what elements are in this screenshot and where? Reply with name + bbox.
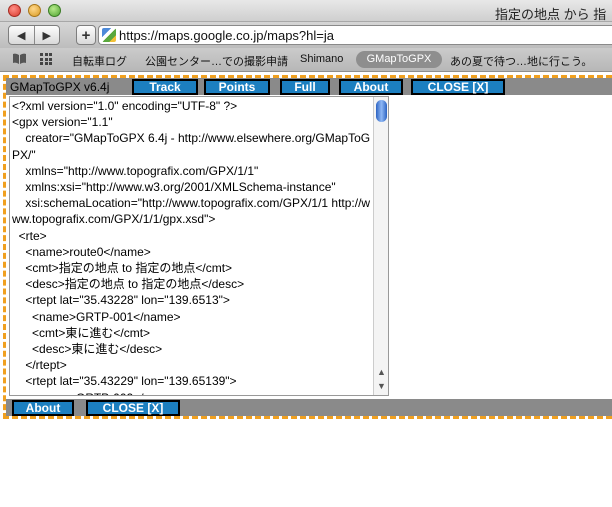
footer-about-button[interactable]: About (12, 400, 74, 416)
address-text[interactable]: https://maps.google.co.jp/maps?hl=ja (119, 28, 334, 43)
panel-header: GMapToGPX v6.4j Track Points Full About … (6, 78, 612, 95)
gmaptogpx-panel: GMapToGPX v6.4j Track Points Full About … (3, 75, 612, 419)
page-content: GMapToGPX v6.4j Track Points Full About … (0, 72, 612, 507)
panel-footer: About CLOSE [X] (6, 399, 612, 416)
bookmark-bicycle-log[interactable]: 自転車ログ (72, 53, 127, 69)
new-tab-icon[interactable]: + (76, 25, 96, 45)
forward-icon[interactable]: ▶ (35, 26, 60, 44)
window-title: 指定の地点 から 指 (495, 7, 607, 22)
footer-close-button[interactable]: CLOSE [X] (86, 400, 180, 416)
bookmarks-bar: 自転車ログ 公園センター…での撮影申請 Shimano GMapToGPX あの… (0, 48, 612, 72)
browser-toolbar: ◀ ▶ + https://maps.google.co.jp/maps?hl=… (0, 22, 612, 48)
address-bar[interactable]: https://maps.google.co.jp/maps?hl=ja (98, 25, 612, 45)
window-titlebar: 指定の地点 から 指 (0, 0, 612, 22)
scrollbar-thumb[interactable] (376, 100, 387, 122)
book-icon[interactable] (12, 53, 26, 65)
history-buttons: ◀ ▶ (8, 25, 60, 45)
top-sites-grid-icon[interactable] (40, 53, 52, 65)
track-button[interactable]: Track (132, 79, 198, 95)
full-button[interactable]: Full (280, 79, 330, 95)
bookmark-gmaptogpx[interactable]: GMapToGPX (356, 51, 442, 68)
bookmark-shimano[interactable]: Shimano (300, 53, 343, 65)
scroll-up-arrow-icon[interactable]: ▲ (374, 365, 388, 379)
bookmark-park-center[interactable]: 公園センター…での撮影申請 (145, 53, 288, 69)
back-icon[interactable]: ◀ (9, 26, 35, 44)
close-window-icon[interactable] (8, 4, 21, 17)
minimize-window-icon[interactable] (28, 4, 41, 17)
bookmark-summer[interactable]: あの夏で待つ…地に行こう。 (450, 53, 592, 69)
gpx-text[interactable]: <?xml version="1.0" encoding="UTF-8" ?> … (12, 98, 372, 395)
scroll-down-arrow-icon[interactable]: ▼ (374, 379, 388, 393)
points-button[interactable]: Points (204, 79, 270, 95)
close-button[interactable]: CLOSE [X] (411, 79, 505, 95)
about-button[interactable]: About (339, 79, 403, 95)
zoom-window-icon[interactable] (48, 4, 61, 17)
gpx-output-textarea[interactable]: <?xml version="1.0" encoding="UTF-8" ?> … (9, 96, 389, 396)
vertical-scrollbar[interactable]: ▲ ▼ (373, 97, 388, 395)
panel-title: GMapToGPX v6.4j (10, 80, 110, 94)
google-maps-favicon-icon (102, 28, 116, 42)
